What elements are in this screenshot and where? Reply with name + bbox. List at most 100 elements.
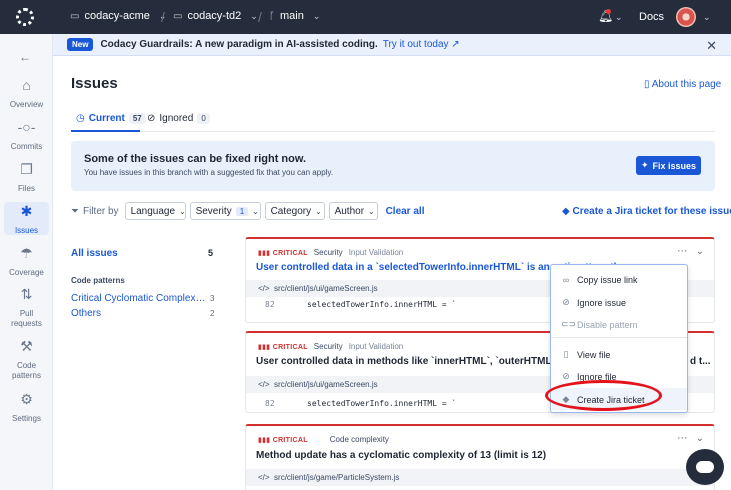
banner-text: Codacy Guardrails: A new paradigm in AI-… [100,39,378,50]
sidebar-item-overview[interactable]: ⌂ Overview [0,78,53,110]
fix-issues-button[interactable]: ✦ Fix issues [636,156,701,175]
highlight-annotation-ellipse [545,380,662,411]
branch-selector[interactable]: ᚴ main ⌄ [269,10,320,22]
issue-actions: ⋯ ⌄ [677,246,704,257]
all-issues-link[interactable]: All issues [71,248,118,259]
more-options-icon[interactable]: ⋯ [677,246,687,257]
docs-link[interactable]: Docs [639,11,664,23]
filter-label: ⏷ Filter by [71,206,119,217]
severity-label: CRITICAL [272,249,308,257]
file-path-label: src/client/js/ui/gameScreen.js [274,284,378,293]
tab-ignored[interactable]: ⊘ Ignored 0 [147,113,210,124]
gear-icon: ⚙ [20,391,33,407]
notifications-bell-icon[interactable]: 🔔︎ [598,9,613,23]
fix-issues-label: Fix issues [652,160,697,171]
code-icon: </> [258,284,270,293]
sidebar-item-files[interactable]: ❐ Files [0,162,53,194]
code-icon: </> [258,380,270,389]
language-filter-label: Language [130,205,176,217]
org-selector[interactable]: ▭ codacy-acme ⌄ [70,10,166,22]
menu-item-label: View file [577,349,611,360]
pull-request-icon: ⇅ [20,286,33,302]
fix-title: Some of the issues can be fixed right no… [84,153,307,165]
sidebar-item-coverage[interactable]: ☂ Coverage [0,246,53,278]
category-filter-label: Category [270,205,312,217]
back-arrow-icon[interactable]: ← [19,50,31,64]
code-line: selectedTowerInfo.innerHTML = ` [307,399,457,408]
issue-category: Code complexity [329,435,389,444]
category-filter[interactable]: Category ⌄ [264,202,325,220]
issue-subcategory: Input Validation [348,342,404,351]
language-filter[interactable]: Language ⌄ [124,202,186,220]
clear-all-link[interactable]: Clear all [386,206,425,217]
chevron-down-icon[interactable]: ⌄ [703,12,711,23]
chevron-down-icon: ⌄ [250,10,258,21]
codacy-logo[interactable] [16,8,34,26]
category-item[interactable]: Critical Cyclomatic Complexity co... [71,293,206,304]
branch-name: main [280,10,304,22]
issue-card[interactable]: ▮▮▮ CRITICAL Code complexity ⋯ ⌄ Method … [245,424,715,490]
line-number: 82 [265,300,275,309]
chevron-down-icon[interactable]: ⌄ [615,12,623,23]
sidebar-item-settings[interactable]: ⚙ Settings [0,391,53,424]
chat-bubble-icon [696,461,714,473]
severity-filter[interactable]: Severity 1 ⌄ [189,202,261,220]
chat-support-button[interactable] [686,449,724,485]
breadcrumb-separator: / [161,9,165,25]
issue-title[interactable]: Method update has a cyclomatic complexit… [256,450,546,461]
create-jira-ticket-link[interactable]: ◆ Create a Jira ticket for these issues [562,206,731,217]
chevron-down-icon[interactable]: ⌄ [696,246,704,257]
repo-selector[interactable]: ▭ codacy-td2 ⌄ [173,10,258,22]
banner-link[interactable]: Try it out today ↗ [383,39,460,50]
tab-label: Ignored [159,113,194,124]
menu-item-view-file[interactable]: ▯ View file [561,349,611,360]
ban-icon: ⊘ [562,371,570,381]
org-name: codacy-acme [84,10,150,22]
tab-label: Current [88,113,125,124]
severity-label: CRITICAL [272,343,308,351]
about-page-label: About this page [651,79,722,90]
menu-item-copy-issue-link[interactable]: ∞ Copy issue link [561,275,638,285]
breadcrumb-separator: / [258,9,262,25]
menu-item-ignore-issue[interactable]: ⊘ Ignore issue [561,297,626,308]
sidebar-item-code-patterns[interactable]: ⚒ Code patterns [0,338,53,381]
line-number: 82 [265,399,275,408]
repo-name: codacy-td2 [187,10,242,22]
clock-icon: ◷ [76,113,85,124]
repo-icon: ▭ [173,10,183,22]
sidebar-item-issues[interactable]: ✱ Issues [4,202,49,235]
chevron-down-icon: ⌄ [252,206,259,216]
menu-item-disable-pattern: ⊂⊃ Disable pattern [561,319,638,330]
chevron-down-icon[interactable]: ⌄ [696,433,704,444]
category-count: 2 [210,309,215,318]
issue-actions: ⋯ ⌄ [677,433,704,444]
code-icon: </> [258,473,270,482]
about-page-link[interactable]: ▯ About this page [644,79,721,90]
author-filter[interactable]: Author ⌄ [328,202,378,220]
chevron-down-icon: ⌄ [179,206,186,216]
code-line: selectedTowerInfo.innerHTML = ` [307,300,457,309]
more-options-icon[interactable]: ⋯ [677,433,687,444]
wand-icon: ✦ [640,160,649,170]
category-item[interactable]: Others [71,308,206,319]
create-jira-ticket-label: Create a Jira ticket for these issues [572,206,731,217]
tab-count: 57 [128,113,146,124]
issue-title-tail: d t... [690,356,711,367]
file-icon: ▯ [563,349,569,359]
issue-file-path[interactable]: </> src/client/js/game/ParticleSystem.js [246,469,714,486]
org-icon: ▭ [70,10,80,22]
severity-bars-icon: ▮▮▮ [258,249,271,257]
tools-icon: ⚒ [20,338,33,354]
menu-divider [551,337,687,338]
all-issues-count: 5 [208,248,214,258]
issue-subcategory: Input Validation [348,248,404,257]
chevron-down-icon: ⌄ [312,10,321,21]
sidebar-item-commits[interactable]: -○- Commits [0,120,53,152]
user-avatar[interactable] [676,7,696,27]
tab-current[interactable]: ◷ Current 57 [76,113,146,124]
close-icon[interactable]: ✕ [706,38,717,54]
menu-item-label: Ignore issue [577,297,627,308]
sidebar-item-pull-requests[interactable]: ⇅ Pull requests [0,286,53,329]
sidebar-item-label: Settings [12,414,41,423]
branch-icon: ᚴ [269,10,275,22]
